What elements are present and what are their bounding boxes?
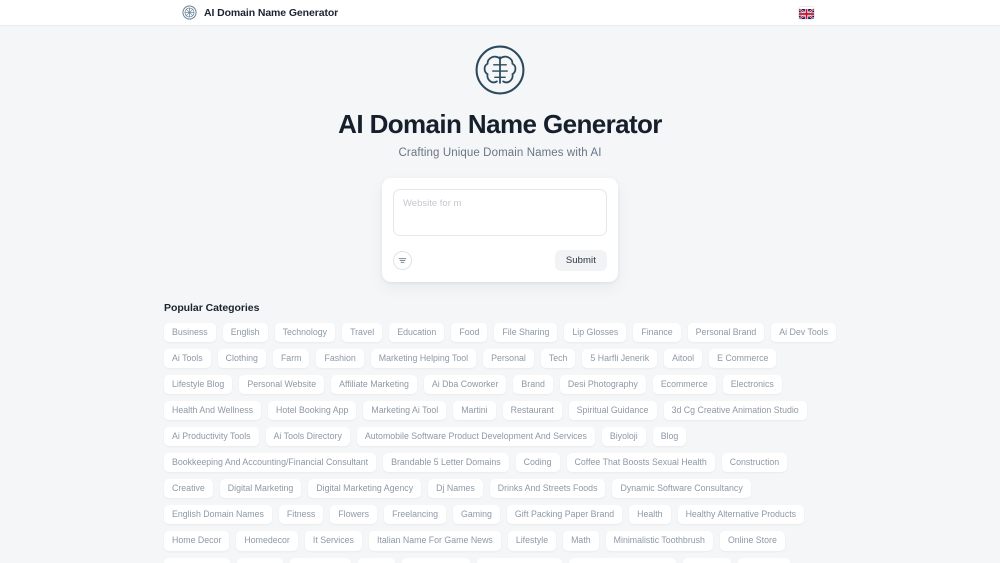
category-chip[interactable]: Real Estate <box>290 558 351 563</box>
category-chip[interactable]: Lip Glosses <box>564 323 626 342</box>
brand[interactable]: AI Domain Name Generator <box>182 5 338 20</box>
category-chip[interactable]: Health <box>629 505 670 524</box>
category-chip[interactable]: Urban Dads Newsletter <box>569 558 676 563</box>
category-chip[interactable]: File Sharing <box>494 323 557 342</box>
page-content: AI Domain Name Generator Crafting Unique… <box>0 26 1000 563</box>
category-chip[interactable]: Photography <box>164 558 230 563</box>
page-subtitle: Crafting Unique Domain Names with AI <box>0 147 1000 159</box>
category-chip[interactable]: Desi Photography <box>560 375 646 394</box>
category-chip[interactable]: Ecommerce <box>653 375 716 394</box>
page-title: AI Domain Name Generator <box>0 110 1000 139</box>
category-chip[interactable]: Healthy Alternative Products <box>678 505 805 524</box>
popular-categories-section: Popular Categories Business English Techno… <box>164 302 836 563</box>
category-chip[interactable]: Homedecor <box>236 531 297 550</box>
category-chip[interactable]: Gift Packing Paper Brand <box>507 505 622 524</box>
category-chip[interactable]: Bookkeeping And Accounting/Financial Con… <box>164 453 376 472</box>
category-chip[interactable]: Digital Marketing Agency <box>308 479 421 498</box>
category-chip[interactable]: Fashion <box>316 349 363 368</box>
category-chip[interactable]: Martini <box>453 401 495 420</box>
category-chip[interactable]: Minimalistic Toothbrush <box>606 531 713 550</box>
category-chip[interactable]: Brand <box>513 375 552 394</box>
category-chip[interactable]: Clothing <box>218 349 266 368</box>
category-chip[interactable]: Farm <box>273 349 310 368</box>
category-chip[interactable]: Marketing Helping Tool <box>371 349 476 368</box>
category-chip[interactable]: Website <box>683 558 731 563</box>
category-chip[interactable]: Spicess Business <box>477 558 562 563</box>
category-chip[interactable]: Construction <box>722 453 787 472</box>
category-chip[interactable]: Automobile Software Product Development … <box>357 427 595 446</box>
prompt-card: Submit <box>382 178 618 282</box>
category-chip[interactable]: Marketing Ai Tool <box>363 401 446 420</box>
category-chip[interactable]: Drinks And Streets Foods <box>490 479 606 498</box>
category-chip[interactable]: Biyoloji <box>602 427 646 446</box>
filter-lines-icon-button[interactable] <box>393 251 412 270</box>
category-chip[interactable]: Restaurant <box>503 401 562 420</box>
category-chip[interactable]: Finance <box>633 323 680 342</box>
category-chip[interactable]: 5 Harfli Jenerik <box>582 349 657 368</box>
category-chip[interactable]: Flowers <box>330 505 377 524</box>
category-chip[interactable]: Italian Name For Game News <box>369 531 501 550</box>
category-chip[interactable]: Personal <box>483 349 534 368</box>
top-bar: AI Domain Name Generator <box>0 0 1000 26</box>
category-chip[interactable]: 3d Cg Creative Animation Studio <box>664 401 807 420</box>
category-chip[interactable]: Short <box>358 558 395 563</box>
category-chip[interactable]: Hotel Booking App <box>268 401 356 420</box>
category-chip[interactable]: Coding <box>516 453 560 472</box>
category-chip[interactable]: Education <box>389 323 444 342</box>
brand-title: AI Domain Name Generator <box>204 7 338 19</box>
category-list: Business English Technology Travel Education… <box>164 323 836 563</box>
category-chip[interactable]: Personal Website <box>239 375 324 394</box>
category-chip[interactable]: Tech <box>541 349 576 368</box>
category-chip[interactable]: Lifestyle <box>508 531 556 550</box>
category-chip[interactable]: English Domain Names <box>164 505 272 524</box>
category-chip[interactable]: Digital Marketing <box>220 479 302 498</box>
hero-section: AI Domain Name Generator Crafting Unique… <box>0 26 1000 159</box>
category-chip[interactable]: Travel <box>342 323 382 342</box>
category-chip[interactable]: Ai Dev Tools <box>771 323 836 342</box>
category-chip[interactable]: Websites <box>738 558 790 563</box>
category-chip[interactable]: Personal Brand <box>688 323 765 342</box>
category-chip[interactable]: Electronics <box>723 375 782 394</box>
category-chip[interactable]: Health And Wellness <box>164 401 261 420</box>
category-chip[interactable]: Printing <box>237 558 283 563</box>
category-chip[interactable]: Math <box>563 531 599 550</box>
brain-circle-icon <box>474 44 526 96</box>
uk-flag-icon[interactable] <box>799 7 814 19</box>
category-chip[interactable]: Ai Productivity Tools <box>164 427 259 446</box>
category-chip[interactable]: Business <box>164 323 216 342</box>
category-chip[interactable]: Lifestyle Blog <box>164 375 232 394</box>
category-chip[interactable]: Food <box>451 323 487 342</box>
category-chip[interactable]: Creative <box>164 479 213 498</box>
category-chip[interactable]: Gaming <box>453 505 500 524</box>
category-chip[interactable]: Affiliate Marketing <box>331 375 417 394</box>
category-chip[interactable]: Fitness <box>279 505 323 524</box>
brain-circle-icon <box>182 5 197 20</box>
prompt-input[interactable] <box>393 189 607 236</box>
category-chip[interactable]: Dynamic Software Consultancy <box>612 479 750 498</box>
category-chip[interactable]: Freelancing <box>384 505 446 524</box>
category-chip[interactable]: E Commerce <box>709 349 776 368</box>
category-chip[interactable]: Dj Names <box>428 479 483 498</box>
category-chip[interactable]: Brandable 5 Letter Domains <box>383 453 509 472</box>
category-chip[interactable]: Online Store <box>720 531 785 550</box>
category-chip[interactable]: Blog <box>653 427 687 446</box>
category-chip[interactable]: It Services <box>305 531 362 550</box>
category-chip[interactable]: Ai Tools <box>164 349 211 368</box>
category-chip[interactable]: Ai Dba Coworker <box>424 375 507 394</box>
form-actions: Submit <box>393 250 607 271</box>
category-chip[interactable]: Spiritual Guidance <box>569 401 657 420</box>
category-chip[interactable]: Ai Tools Directory <box>266 427 350 446</box>
category-chip[interactable]: Snacks Sonu <box>402 558 470 563</box>
category-chip[interactable]: Coffee That Boosts Sexual Health <box>567 453 715 472</box>
category-chip[interactable]: English <box>223 323 268 342</box>
category-chip[interactable]: Home Decor <box>164 531 229 550</box>
submit-button[interactable]: Submit <box>555 250 607 271</box>
category-chip[interactable]: Technology <box>275 323 336 342</box>
category-chip[interactable]: Aitool <box>664 349 702 368</box>
section-title: Popular Categories <box>164 302 836 314</box>
